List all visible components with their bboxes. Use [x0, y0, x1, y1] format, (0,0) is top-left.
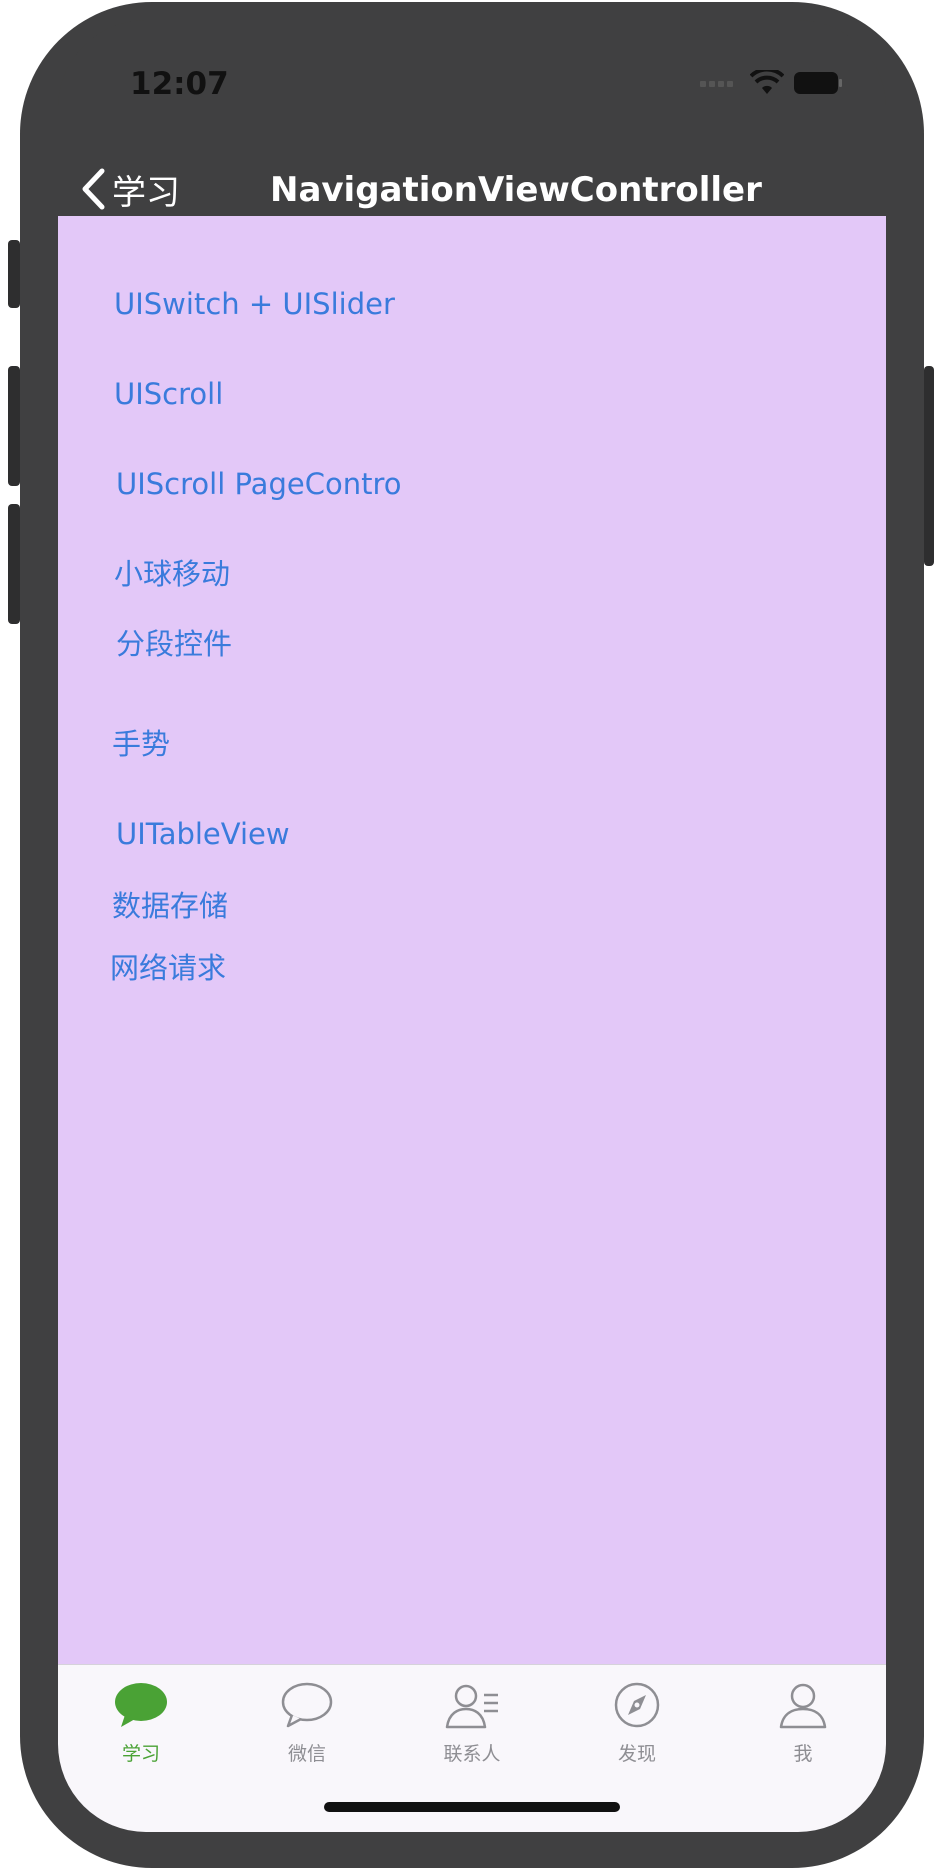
- page-title: NavigationViewController: [270, 170, 762, 210]
- menu-item-uitableview[interactable]: UITableView: [116, 816, 290, 852]
- tab-study-label: 学习: [121, 1743, 160, 1765]
- volume-down-button: [8, 504, 20, 624]
- tab-discover[interactable]: 发现: [582, 1681, 692, 1771]
- silent-switch: [8, 240, 20, 308]
- signal-icon: [700, 81, 733, 87]
- tab-me-label: 我: [793, 1743, 813, 1765]
- tab-wechat-label: 微信: [287, 1743, 326, 1765]
- menu-item-uiscroll[interactable]: UIScroll: [114, 376, 223, 412]
- chat-bubble-icon: [281, 1682, 333, 1728]
- content-view: UISwitch + UISlider UIScroll UIScroll Pa…: [58, 216, 886, 1664]
- menu-item-ball-move[interactable]: 小球移动: [114, 556, 230, 592]
- tab-me[interactable]: 我: [748, 1681, 858, 1771]
- back-button-label: 学习: [112, 172, 180, 213]
- status-time: 12:07: [130, 66, 229, 102]
- contacts-icon: [445, 1684, 498, 1729]
- home-indicator[interactable]: [324, 1802, 620, 1812]
- menu-item-network-request[interactable]: 网络请求: [110, 950, 226, 986]
- menu-item-uiswitch-uislider[interactable]: UISwitch + UISlider: [114, 286, 395, 322]
- menu-item-uiscroll-pagecontrol[interactable]: UIScroll PageContro: [116, 466, 401, 502]
- status-bar: 12:07: [58, 20, 886, 140]
- person-icon: [779, 1683, 827, 1729]
- tab-discover-label: 发现: [617, 1743, 656, 1765]
- menu-item-segmented-control[interactable]: 分段控件: [116, 626, 232, 662]
- tab-contacts[interactable]: 联系人: [417, 1681, 527, 1771]
- menu-item-data-storage[interactable]: 数据存储: [112, 888, 228, 924]
- volume-up-button: [8, 366, 20, 486]
- battery-icon: [794, 72, 842, 94]
- wifi-icon: [750, 70, 784, 94]
- status-icons: [700, 68, 844, 98]
- menu-item-gesture[interactable]: 手势: [112, 726, 170, 762]
- compass-icon: [614, 1682, 660, 1728]
- power-button: [924, 366, 934, 566]
- chevron-left-icon: [82, 168, 105, 210]
- tab-study[interactable]: 学习: [86, 1681, 196, 1771]
- tab-contacts-label: 联系人: [443, 1743, 501, 1765]
- back-button[interactable]: 学习: [80, 166, 180, 213]
- phone-screen: 12:07 学习 NavigationViewController UISwit…: [58, 20, 886, 1832]
- tab-wechat[interactable]: 微信: [252, 1681, 362, 1771]
- chat-bubble-filled-icon: [115, 1683, 167, 1727]
